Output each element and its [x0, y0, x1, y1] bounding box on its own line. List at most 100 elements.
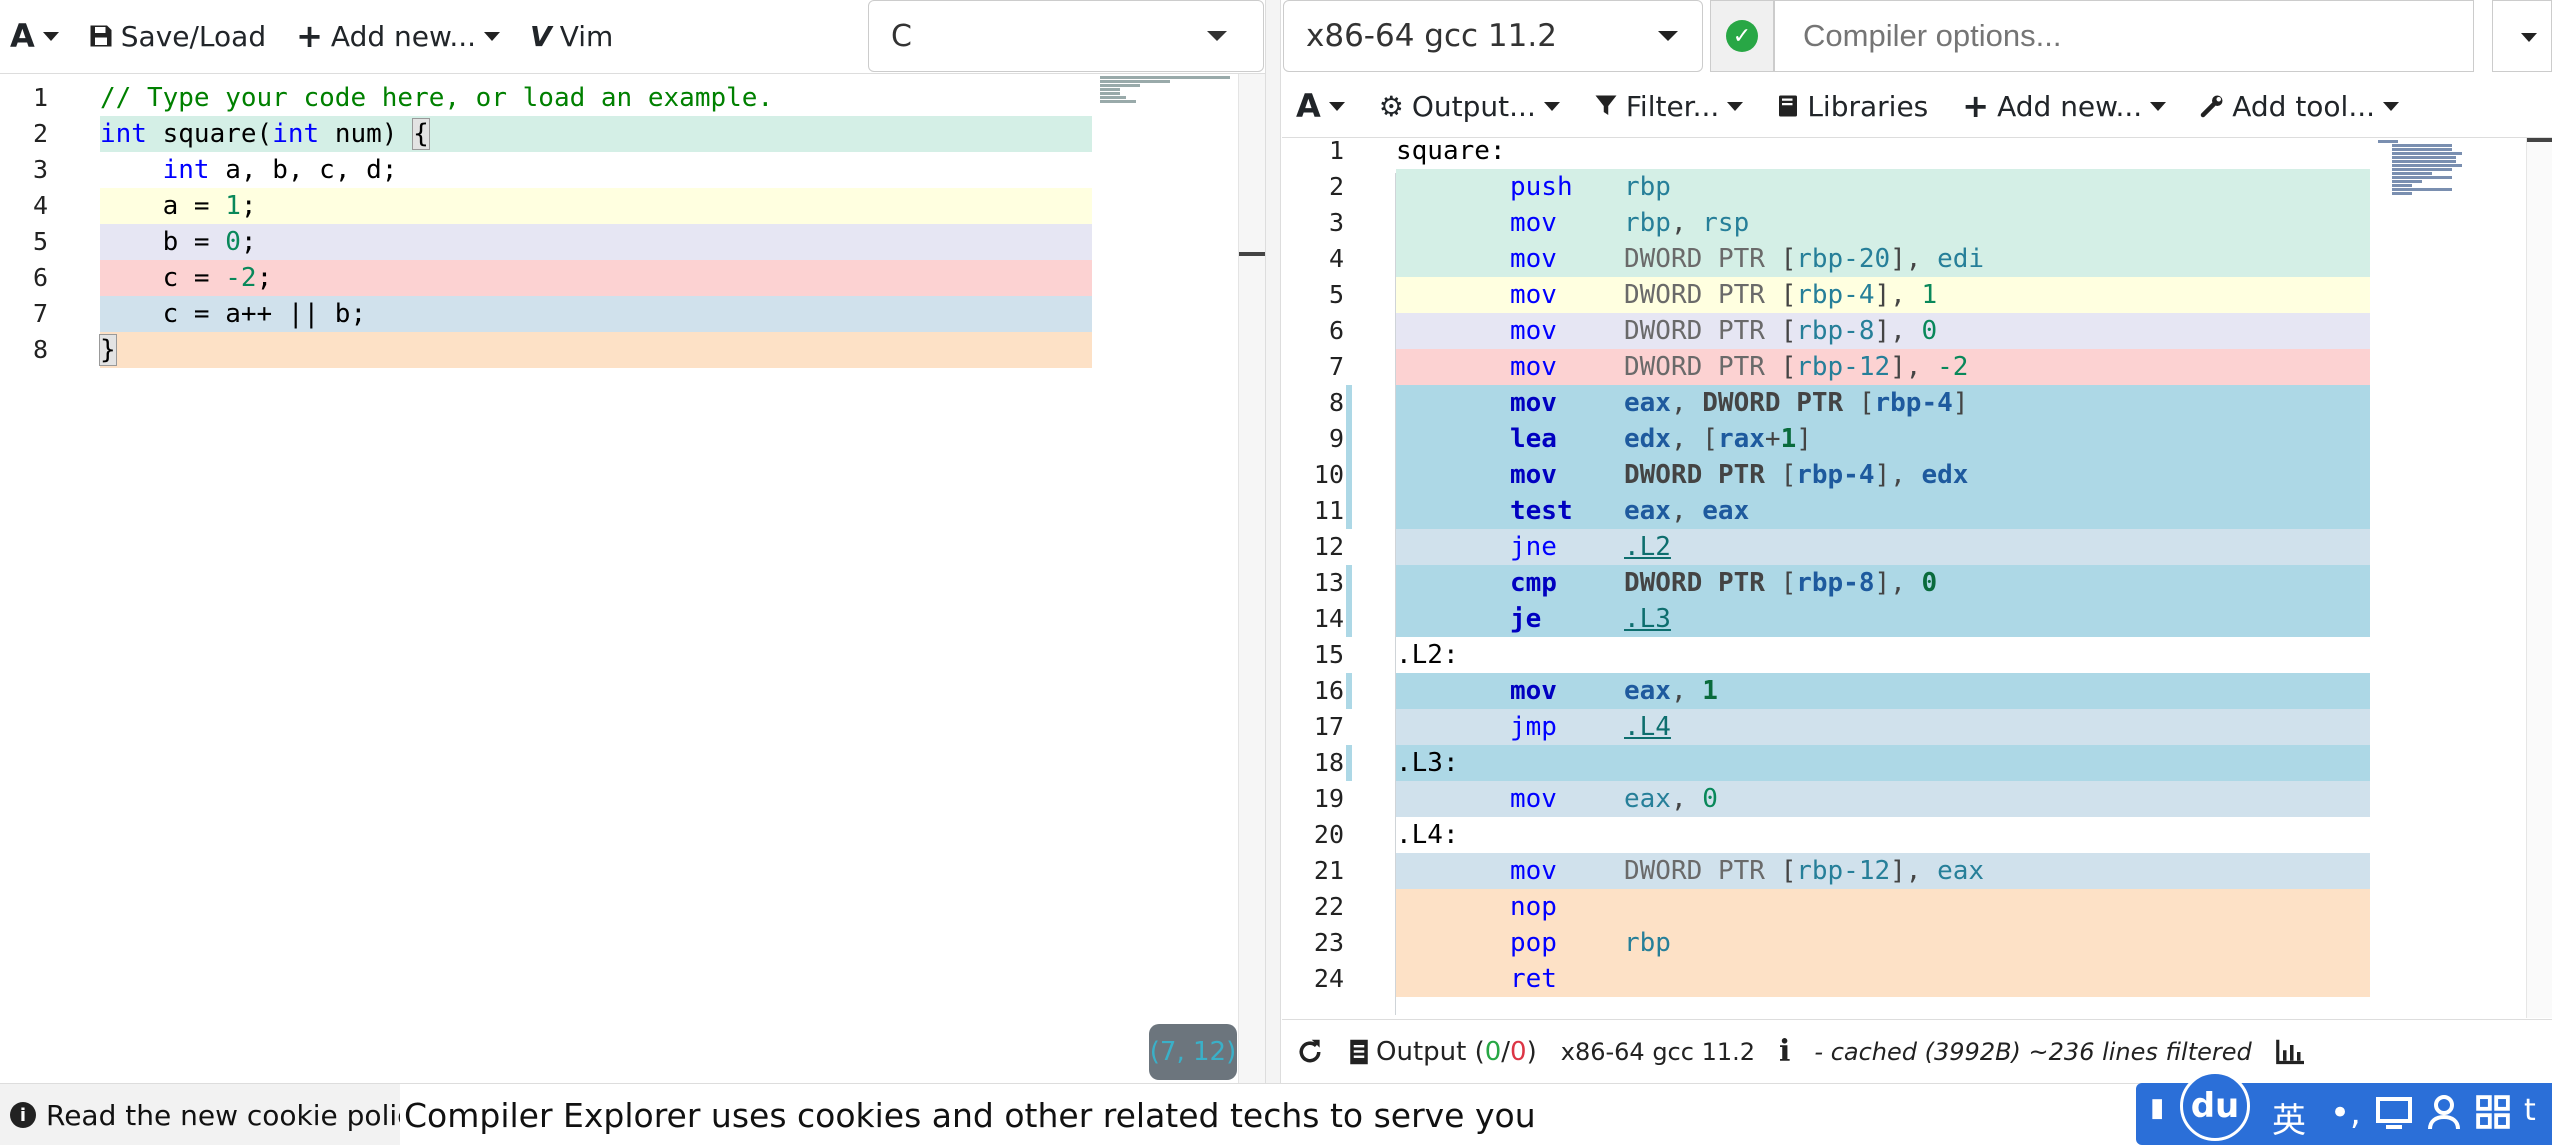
operand-token: ,	[1670, 784, 1687, 814]
code-token: // Type your code here, or load an examp…	[100, 83, 774, 113]
assembly-line[interactable]: 9 lea edx, [rax+1]	[1282, 421, 2382, 457]
font-size-button[interactable]: A	[10, 17, 59, 55]
assembly-line[interactable]: 19 mov eax, 0	[1282, 781, 2382, 817]
source-line[interactable]: 1 // Type your code here, or load an exam…	[0, 80, 1100, 116]
scrollbar-thumb[interactable]	[2527, 138, 2552, 142]
assembly-line[interactable]: 11 test eax, eax	[1282, 493, 2382, 529]
font-size-button[interactable]: A	[1296, 87, 1345, 125]
document-icon	[1350, 1039, 1368, 1064]
filter-button[interactable]: Filter...	[1594, 90, 1744, 123]
source-line[interactable]: 2 int square(int num) {	[0, 116, 1100, 152]
operand-token: ]	[1890, 244, 1906, 274]
code-token: int	[100, 119, 147, 149]
gear-icon: ⚙	[1378, 89, 1404, 123]
cookie-policy-link[interactable]: i Read the new cookie policy	[10, 1092, 429, 1138]
assembly-line[interactable]: 3 mov rbp, rsp	[1282, 205, 2382, 241]
compile-status[interactable]: ✓	[1710, 0, 1774, 72]
assembly-line[interactable]: 14 je .L3	[1282, 601, 2382, 637]
assembly-line[interactable]: 5 mov DWORD PTR [rbp-4], 1	[1282, 277, 2382, 313]
vim-toggle-button[interactable]: V Vim	[530, 20, 613, 53]
editor-scrollbar[interactable]	[1238, 74, 1266, 1083]
source-line[interactable]: 6 c = -2;	[0, 260, 1100, 296]
operand-token	[1702, 244, 1718, 274]
output-button[interactable]: Output (0/0)	[1348, 1037, 1537, 1067]
source-line[interactable]: 7 c = a++ || b;	[0, 296, 1100, 332]
add-new-button[interactable]: + Add new...	[296, 17, 501, 55]
compiler-options-dropdown[interactable]	[2492, 0, 2552, 72]
pane-splitter[interactable]	[1265, 0, 1281, 1083]
assembly-line[interactable]: 13 cmp DWORD PTR [rbp-8], 0	[1282, 565, 2382, 601]
assembly-minimap[interactable]	[2378, 138, 2528, 238]
operand-token[interactable]: .L3	[1624, 604, 1671, 634]
user-icon[interactable]	[2428, 1095, 2460, 1131]
scrollbar-thumb[interactable]	[1239, 252, 1266, 256]
operand-token: rbp-12	[1796, 856, 1891, 886]
add-new-button[interactable]: + Add new...	[1962, 87, 2167, 125]
assembly-line[interactable]: 23 pop rbp	[1282, 925, 2382, 961]
output-options-button[interactable]: ⚙ Output...	[1379, 90, 1560, 123]
save-load-button[interactable]: Save/Load	[89, 20, 266, 53]
line-number: 1	[1328, 136, 1344, 165]
compiler-pane: x86-64 gcc 11.2 ✓ A ⚙ Output... Filter..…	[1282, 0, 2552, 1083]
editor-minimap[interactable]	[1100, 74, 1240, 104]
minimap-line	[2392, 168, 2452, 171]
assembly-line[interactable]: 2 push rbp	[1282, 169, 2382, 205]
source-line[interactable]: 5 b = 0;	[0, 224, 1100, 260]
line-number: 16	[1313, 676, 1344, 705]
assembly-line[interactable]: 24 ret	[1282, 961, 2382, 997]
asm-operands: eax, eax	[1624, 493, 1749, 529]
compiler-info-button[interactable]: i	[1779, 1034, 1790, 1069]
assembly-line[interactable]: 22 nop	[1282, 889, 2382, 925]
asm-operands: eax, 0	[1624, 781, 1718, 817]
operand-token	[1687, 388, 1703, 418]
operand-token[interactable]: .L4	[1624, 712, 1671, 742]
assembly-line[interactable]: 7 mov DWORD PTR [rbp-12], -2	[1282, 349, 2382, 385]
keyboard-icon[interactable]	[2376, 1097, 2412, 1131]
assembly-line[interactable]: 21 mov DWORD PTR [rbp-12], eax	[1282, 853, 2382, 889]
assembly-line[interactable]: 8 mov eax, DWORD PTR [rbp-4]	[1282, 385, 2382, 421]
assembly-line[interactable]: 15 .L2:	[1282, 637, 2382, 673]
stats-button[interactable]	[2275, 1039, 2304, 1065]
ime-toolbar[interactable]: ▮ du 英 •, t	[2136, 1071, 2552, 1145]
output-error-count: 0	[1510, 1036, 1527, 1067]
operand-token: ]	[1874, 568, 1891, 598]
operand-token	[1702, 352, 1718, 382]
assembly-line[interactable]: 12 jne .L2	[1282, 529, 2382, 565]
source-line[interactable]: 8}	[0, 332, 1100, 368]
language-select[interactable]: C	[868, 0, 1264, 72]
minimap-line	[2392, 184, 2412, 187]
asm-opcode: mov	[1510, 676, 1557, 706]
assembly-line[interactable]: 4 mov DWORD PTR [rbp-20], edi	[1282, 241, 2382, 277]
assembly-line[interactable]: 16 mov eax, 1	[1282, 673, 2382, 709]
assembly-line[interactable]: 18 .L3:	[1282, 745, 2382, 781]
assembly-line[interactable]: 20 .L4:	[1282, 817, 2382, 853]
compiler-select[interactable]: x86-64 gcc 11.2	[1283, 0, 1703, 72]
assembly-line[interactable]: 17 jmp .L4	[1282, 709, 2382, 745]
operand-token	[1702, 460, 1718, 490]
grid-icon[interactable]	[2476, 1095, 2510, 1129]
ime-language-toggle[interactable]: 英	[2272, 1093, 2306, 1142]
bar-chart-icon	[2275, 1039, 2304, 1064]
line-highlight	[1396, 601, 2370, 637]
source-line[interactable]: 4 a = 1;	[0, 188, 1100, 224]
libraries-button[interactable]: Libraries	[1777, 90, 1928, 123]
operand-token	[1765, 352, 1781, 382]
line-number: 4	[32, 191, 48, 220]
add-tool-button[interactable]: Add tool...	[2200, 90, 2400, 123]
line-number: 3	[32, 155, 48, 184]
chevron-down-icon	[1543, 101, 1560, 111]
assembly-line[interactable]: 10 mov DWORD PTR [rbp-4], edx	[1282, 457, 2382, 493]
compiler-options-input[interactable]	[1774, 0, 2474, 72]
recompile-button[interactable]	[1296, 1038, 1324, 1066]
assembly-line[interactable]: 1 square:	[1282, 133, 2382, 169]
assembly-scrollbar[interactable]	[2526, 138, 2552, 1018]
assembly-line[interactable]: 6 mov DWORD PTR [rbp-8], 0	[1282, 313, 2382, 349]
asm-opcode: jne	[1510, 532, 1557, 562]
source-line[interactable]: 3 int a, b, c, d;	[0, 152, 1100, 188]
ime-logo-button[interactable]: du	[2180, 1071, 2250, 1141]
operand-token: rbp	[1624, 928, 1671, 958]
operand-token[interactable]: .L2	[1624, 532, 1671, 562]
line-number: 1	[32, 83, 48, 112]
ime-punctuation-toggle[interactable]: •,	[2330, 1093, 2361, 1133]
minimap-line	[2392, 188, 2452, 191]
